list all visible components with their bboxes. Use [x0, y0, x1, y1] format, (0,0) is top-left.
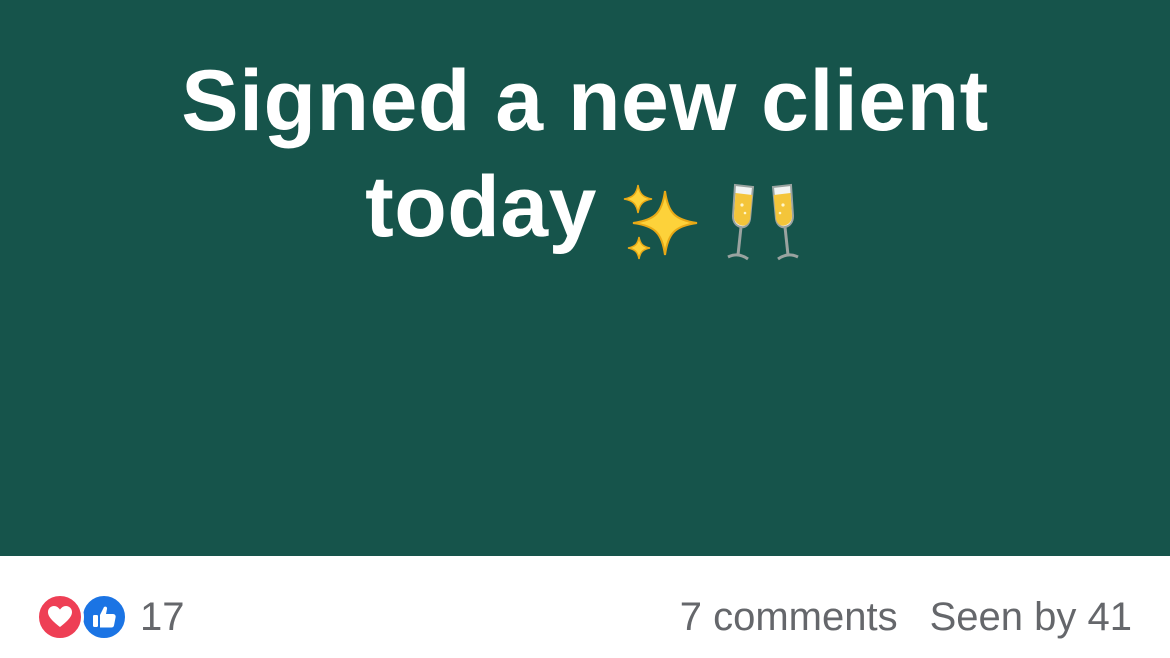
status-text-line1: Signed a new client: [181, 53, 989, 149]
love-reaction-icon: [36, 593, 84, 641]
seen-by-link[interactable]: Seen by 41: [930, 595, 1132, 640]
status-text-line2: today: [365, 159, 597, 255]
sparkles-icon: [623, 185, 698, 260]
status-post: Signed a new client today 17 7 comments …: [0, 0, 1170, 658]
comments-count-link[interactable]: 7 comments: [680, 595, 898, 640]
like-reaction-icon: [80, 593, 128, 641]
clinking-glasses-icon: [727, 184, 799, 261]
status-background-card[interactable]: Signed a new client today: [0, 0, 1170, 556]
reactions-summary[interactable]: 17: [36, 592, 185, 642]
status-text: Signed a new client today: [130, 48, 1040, 270]
post-stats: 7 comments Seen by 41: [680, 592, 1132, 642]
emoji-group: [619, 164, 805, 270]
reaction-count: 17: [140, 594, 185, 639]
